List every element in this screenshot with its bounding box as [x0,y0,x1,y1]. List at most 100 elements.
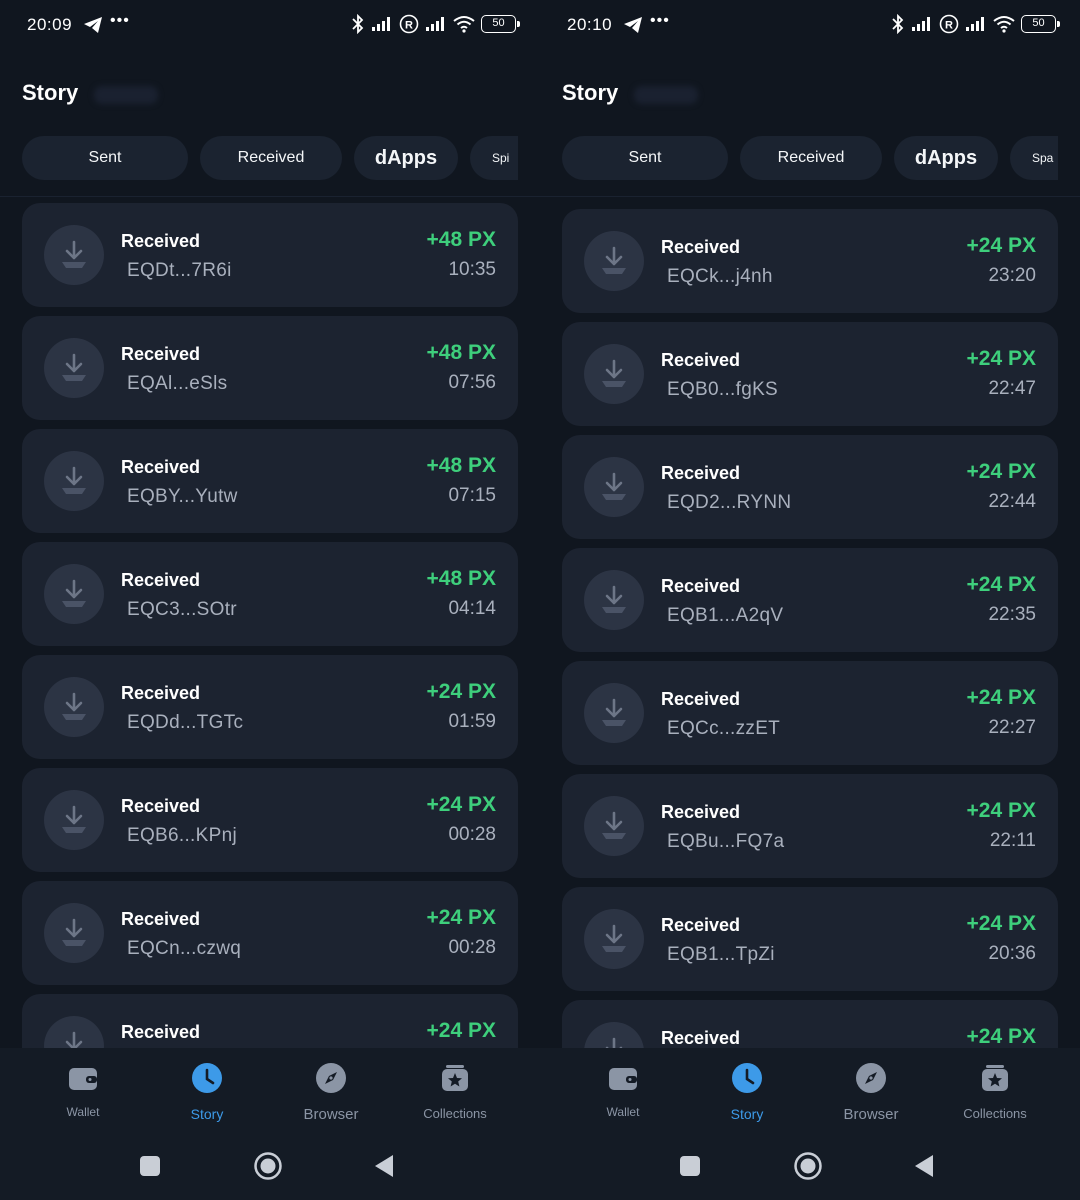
transaction-address: EQC3...SOtr [127,599,237,620]
transaction-amount: +24 PX [966,912,1036,935]
transaction-type: Received [121,457,201,477]
transaction-address: EQB0...fgKS [667,379,779,400]
transaction-address: EQDd...TGTc [127,712,244,733]
download-icon [44,564,104,624]
transaction-amount: +24 PX [966,460,1036,483]
transaction-address: EQBu...FQ7a [667,831,785,852]
transaction-card[interactable]: Received EQBY...Yutw +48 PX 07:15 [22,429,518,533]
transaction-amount: +48 PX [426,341,496,364]
nav-browser[interactable]: Browser [276,1048,386,1138]
transaction-type: Received [661,915,741,935]
transaction-time: 22:47 [988,378,1036,399]
transaction-amount: +24 PX [966,347,1036,370]
transaction-amount: +48 PX [426,567,496,590]
nav-story[interactable]: Story [692,1048,802,1138]
download-icon [44,225,104,285]
home-button[interactable] [793,1151,823,1181]
transaction-type: Received [121,909,201,929]
transaction-amount: +24 PX [426,906,496,929]
transaction-address: EQCk...j4nh [667,266,773,287]
nav-label: Story [730,1106,764,1122]
transaction-amount: +24 PX [966,234,1036,257]
system-nav-bar [540,1146,1080,1186]
download-icon [44,677,104,737]
nav-collections[interactable]: Collections [400,1048,510,1138]
nav-wallet[interactable]: Wallet [28,1048,138,1138]
nav-label: Collections [963,1106,1027,1121]
wallet-icon [609,1068,637,1090]
transaction-amount: +24 PX [426,793,496,816]
transaction-address: EQCn...czwq [127,938,242,959]
transaction-address: EQAl...eSls [127,373,228,394]
transaction-amount: +24 PX [966,1025,1036,1048]
transaction-time: 07:15 [448,485,496,506]
transaction-address: EQDt...7R6i [127,260,232,281]
transaction-time: 00:28 [448,937,496,958]
compass-icon [856,1063,886,1093]
home-button[interactable] [253,1151,283,1181]
transaction-type: Received [661,802,741,822]
transaction-card[interactable]: Received EQC3...SOtr +48 PX 04:14 [22,542,518,646]
nav-label: Browser [843,1106,899,1123]
transaction-amount: +24 PX [966,686,1036,709]
transaction-address: EQB1...TpZi [667,944,775,965]
transaction-card[interactable]: Received EQB1...TpZi +24 PX 20:36 [562,887,1058,991]
download-icon [44,451,104,511]
download-icon [584,796,644,856]
transaction-type: Received [121,231,201,251]
phone-screen-right: 20:10 ••• R 50 Story Sent Received dApps… [540,0,1080,1200]
wallet-icon [69,1068,97,1090]
nav-collections[interactable]: Collections [940,1048,1050,1138]
transaction-type: Received [661,689,741,709]
nav-label: Collections [423,1106,487,1121]
star-icon [982,1065,1008,1091]
transaction-address: EQB6...KPnj [127,825,237,846]
transaction-time: 04:14 [448,598,496,619]
transaction-list[interactable]: Received EQCk...j4nh +24 PX 23:20 Receiv… [562,0,1058,1104]
nav-wallet[interactable]: Wallet [568,1048,678,1138]
transaction-amount: +24 PX [966,799,1036,822]
transaction-card[interactable]: Received EQDt...7R6i +48 PX 10:35 [22,203,518,307]
transaction-time: 10:35 [448,259,496,280]
transaction-card[interactable]: Received EQB1...A2qV +24 PX 22:35 [562,548,1058,652]
nav-label: Wallet [606,1105,640,1119]
transaction-card[interactable]: Received EQD2...RYNN +24 PX 22:44 [562,435,1058,539]
transaction-time: 00:28 [448,824,496,845]
transaction-type: Received [121,344,201,364]
transaction-card[interactable]: Received EQBu...FQ7a +24 PX 22:11 [562,774,1058,878]
transaction-card[interactable]: Received EQB0...fgKS +24 PX 22:47 [562,322,1058,426]
transaction-time: 20:36 [988,943,1036,964]
transaction-type: Received [661,463,741,483]
recents-button[interactable] [679,1155,701,1177]
download-icon [584,231,644,291]
transaction-card[interactable]: Received EQAl...eSls +48 PX 07:56 [22,316,518,420]
clock-icon [732,1063,762,1093]
download-icon [584,683,644,743]
download-icon [44,790,104,850]
transaction-time: 23:20 [988,265,1036,286]
transaction-address: EQD2...RYNN [667,492,792,513]
transaction-card[interactable]: Received EQB6...KPnj +24 PX 00:28 [22,768,518,872]
download-icon [44,903,104,963]
back-button[interactable] [913,1154,935,1178]
download-icon [584,570,644,630]
recents-button[interactable] [139,1155,161,1177]
transaction-list[interactable]: Received EQDt...7R6i +48 PX 10:35 Receiv… [22,0,518,1098]
transaction-amount: +48 PX [426,228,496,251]
transaction-card[interactable]: Received EQCn...czwq +24 PX 00:28 [22,881,518,985]
transaction-type: Received [121,1022,201,1042]
download-icon [584,344,644,404]
nav-browser[interactable]: Browser [816,1048,926,1138]
download-icon [584,457,644,517]
phone-screen-left: 20:09 ••• R 50 Story Sent Received dApps… [0,0,540,1200]
transaction-card[interactable]: Received EQDd...TGTc +24 PX 01:59 [22,655,518,759]
star-icon [442,1065,468,1091]
transaction-card[interactable]: Received EQCc...zzET +24 PX 22:27 [562,661,1058,765]
transaction-type: Received [661,576,741,596]
download-icon [44,338,104,398]
nav-story[interactable]: Story [152,1048,262,1138]
transaction-card[interactable]: Received EQCk...j4nh +24 PX 23:20 [562,209,1058,313]
back-button[interactable] [373,1154,395,1178]
transaction-type: Received [121,683,201,703]
transaction-type: Received [121,570,201,590]
